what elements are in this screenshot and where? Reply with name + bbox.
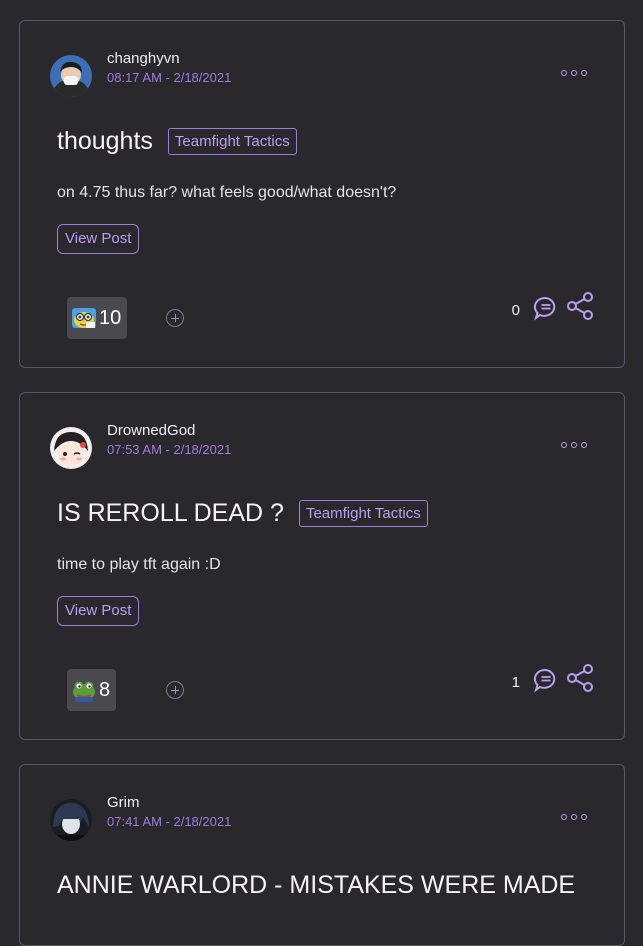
add-reaction-icon[interactable]: [166, 681, 184, 699]
post-timestamp: 07:53 AM - 2/18/2021: [107, 442, 232, 457]
game-tag[interactable]: Teamfight Tactics: [167, 128, 297, 155]
post-body: on 4.75 thus far? what feels good/what d…: [57, 184, 397, 201]
view-post-button[interactable]: View Post: [57, 224, 140, 254]
view-post-button[interactable]: View Post: [57, 596, 140, 626]
username[interactable]: changhyvn: [107, 50, 180, 67]
post-title: thoughts: [57, 127, 153, 155]
reaction-count: 8: [99, 678, 111, 701]
post-title: IS REROLL DEAD ?: [57, 499, 284, 527]
post-title-row: ANNIE WARLORD - MISTAKES WERE MADE: [57, 871, 575, 900]
more-options-icon[interactable]: [561, 70, 587, 76]
comment-icon[interactable]: [533, 667, 559, 693]
game-tag[interactable]: Teamfight Tactics: [298, 500, 428, 527]
user-avatar[interactable]: [50, 55, 92, 97]
comment-count: 0: [511, 302, 520, 319]
reaction-button[interactable]: 10: [67, 297, 128, 339]
post-card: Grim 07:41 AM - 2/18/2021 ANNIE WARLORD …: [19, 764, 625, 946]
frog-emote-icon: [73, 681, 95, 702]
post-body: time to play tft again :D: [57, 556, 221, 573]
post-title-row: IS REROLL DEAD ? Teamfight Tactics: [57, 499, 428, 528]
post-title-row: thoughts Teamfight Tactics: [57, 127, 297, 156]
username[interactable]: DrownedGod: [107, 422, 195, 439]
comment-count: 1: [511, 674, 520, 691]
comment-icon[interactable]: [533, 295, 559, 321]
add-reaction-icon[interactable]: [166, 309, 184, 327]
reaction-count: 10: [99, 306, 122, 329]
more-options-icon[interactable]: [561, 814, 587, 820]
post-timestamp: 08:17 AM - 2/18/2021: [107, 70, 232, 85]
user-avatar[interactable]: [50, 427, 92, 469]
username[interactable]: Grim: [107, 794, 140, 811]
nerd-emote-icon: [72, 308, 96, 328]
more-options-icon[interactable]: [561, 442, 587, 448]
post-timestamp: 07:41 AM - 2/18/2021: [107, 814, 232, 829]
user-avatar[interactable]: [50, 799, 92, 841]
post-card: DrownedGod 07:53 AM - 2/18/2021 IS REROL…: [19, 392, 625, 740]
post-card: changhyvn 08:17 AM - 2/18/2021 thoughts …: [19, 20, 625, 368]
share-icon[interactable]: [566, 291, 594, 321]
post-title: ANNIE WARLORD - MISTAKES WERE MADE: [57, 871, 576, 899]
reaction-button[interactable]: 8: [67, 669, 117, 711]
share-icon[interactable]: [566, 663, 594, 693]
